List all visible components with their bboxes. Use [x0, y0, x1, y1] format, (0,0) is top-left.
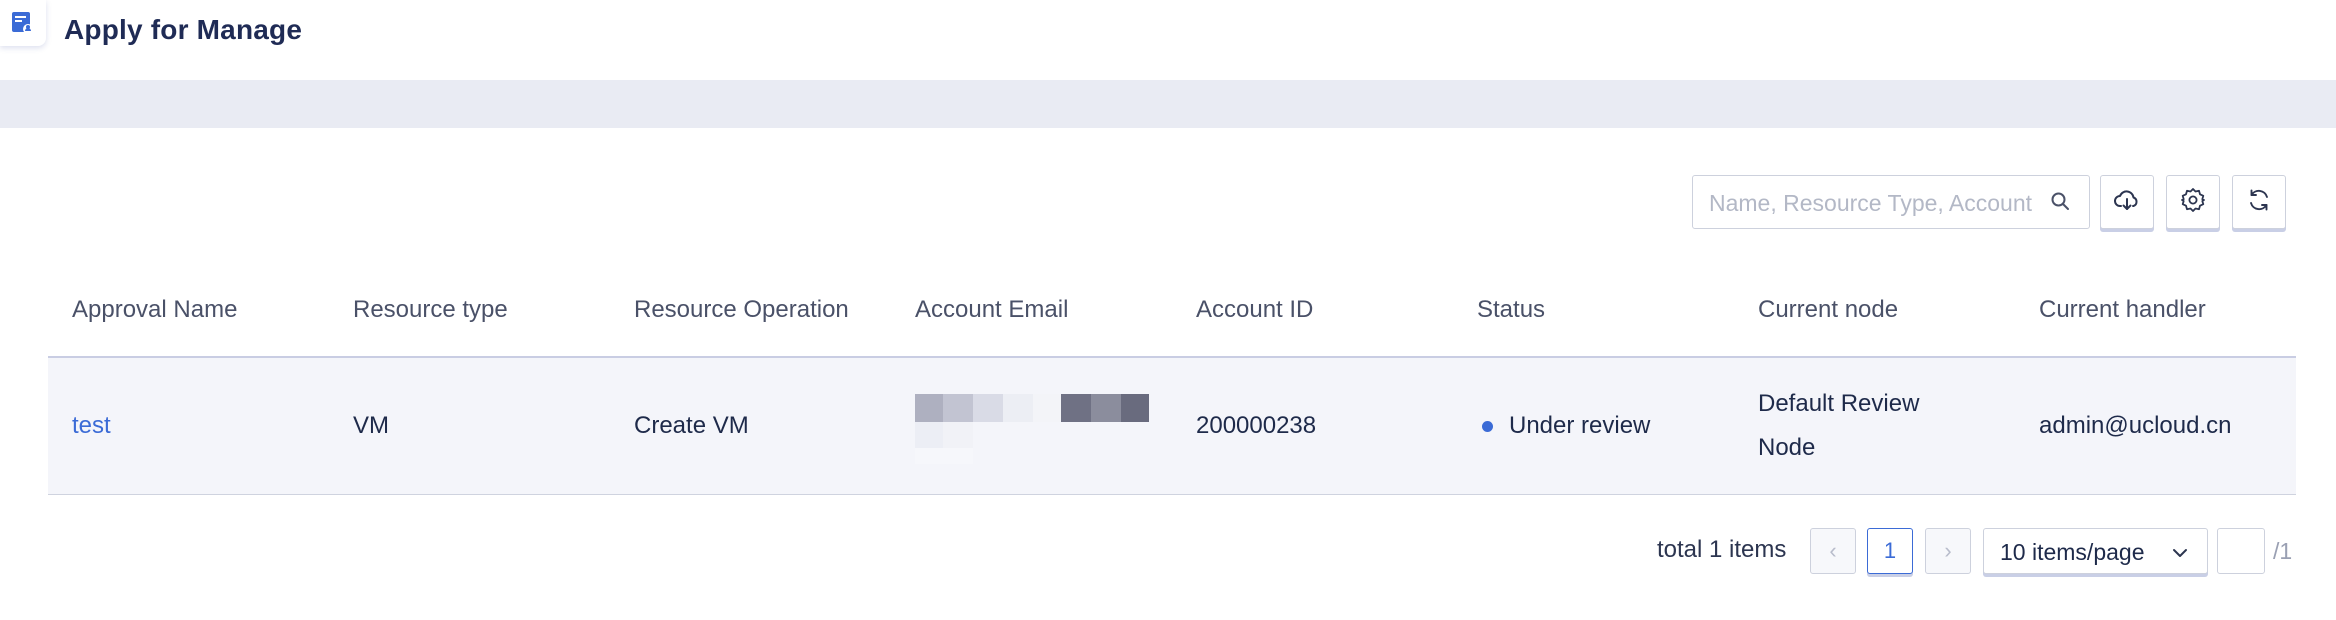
- resource-operation-cell: Create VM: [634, 412, 749, 439]
- approval-name-link[interactable]: test: [72, 358, 111, 494]
- resource-type-cell: VM: [353, 412, 389, 439]
- status-cell: Under review: [1482, 358, 1650, 494]
- chevron-left-icon: ‹: [1829, 538, 1837, 563]
- current-node-cell: Default Review Node: [1758, 358, 1919, 494]
- search-box[interactable]: [1692, 175, 2090, 230]
- column-header-status[interactable]: Status: [1477, 296, 1545, 324]
- cloud-download-icon: [2113, 187, 2141, 218]
- column-header-approval-name[interactable]: Approval Name: [72, 296, 237, 324]
- page-size-label: 10 items/page: [2000, 539, 2145, 565]
- status-text: Under review: [1509, 412, 1651, 439]
- column-header-resource-type[interactable]: Resource type: [353, 296, 508, 324]
- total-items-label: total 1 items: [1657, 536, 1787, 563]
- refresh-icon: [2246, 187, 2272, 218]
- current-node-line-2: Node: [1758, 434, 1816, 461]
- current-page-number: 1: [1883, 538, 1897, 563]
- gear-icon: [2180, 187, 2206, 218]
- refresh-button[interactable]: [2232, 175, 2286, 229]
- column-header-account-id[interactable]: Account ID: [1196, 296, 1313, 324]
- content-divider-band: [0, 80, 2336, 128]
- current-handler-cell: admin@ucloud.cn: [2039, 412, 2232, 439]
- column-header-account-email[interactable]: Account Email: [915, 296, 1068, 324]
- approval-table: Approval Name Resource type Resource Ope…: [48, 272, 2296, 495]
- table-header: Approval Name Resource type Resource Ope…: [48, 272, 2296, 358]
- settings-button[interactable]: [2166, 175, 2220, 229]
- table-row[interactable]: test VM Create VM 200000238 Under review…: [48, 358, 2296, 495]
- column-header-current-node[interactable]: Current node: [1758, 296, 1898, 324]
- chevron-down-icon: [2171, 541, 2189, 568]
- column-header-resource-operation[interactable]: Resource Operation: [634, 296, 849, 324]
- approval-doc-icon: [0, 0, 46, 46]
- prev-page-button[interactable]: ‹: [1810, 528, 1856, 574]
- page-title: Apply for Manage: [64, 14, 303, 45]
- download-button[interactable]: [2100, 175, 2154, 229]
- account-email-cell-redacted: [915, 358, 1155, 494]
- page-header: Apply for Manage: [0, 0, 2336, 80]
- pagination: total 1 items ‹ 1 › 10 items/page /1: [0, 528, 2336, 578]
- page-jump-input[interactable]: [2217, 528, 2265, 574]
- search-input[interactable]: [1707, 176, 2041, 230]
- table-toolbar: [0, 175, 2336, 235]
- current-node-line-1: Default Review: [1758, 390, 1920, 417]
- account-id-cell: 200000238: [1196, 412, 1317, 439]
- next-page-button[interactable]: ›: [1925, 528, 1971, 574]
- column-header-current-handler[interactable]: Current handler: [2039, 296, 2206, 324]
- page-1-button[interactable]: 1: [1867, 528, 1913, 574]
- chevron-right-icon: ›: [1944, 538, 1952, 563]
- page-size-select[interactable]: 10 items/page: [1983, 528, 2208, 574]
- status-dot-icon: [1482, 420, 1493, 432]
- search-icon[interactable]: [2049, 190, 2073, 214]
- total-pages-label: /1: [2273, 538, 2293, 564]
